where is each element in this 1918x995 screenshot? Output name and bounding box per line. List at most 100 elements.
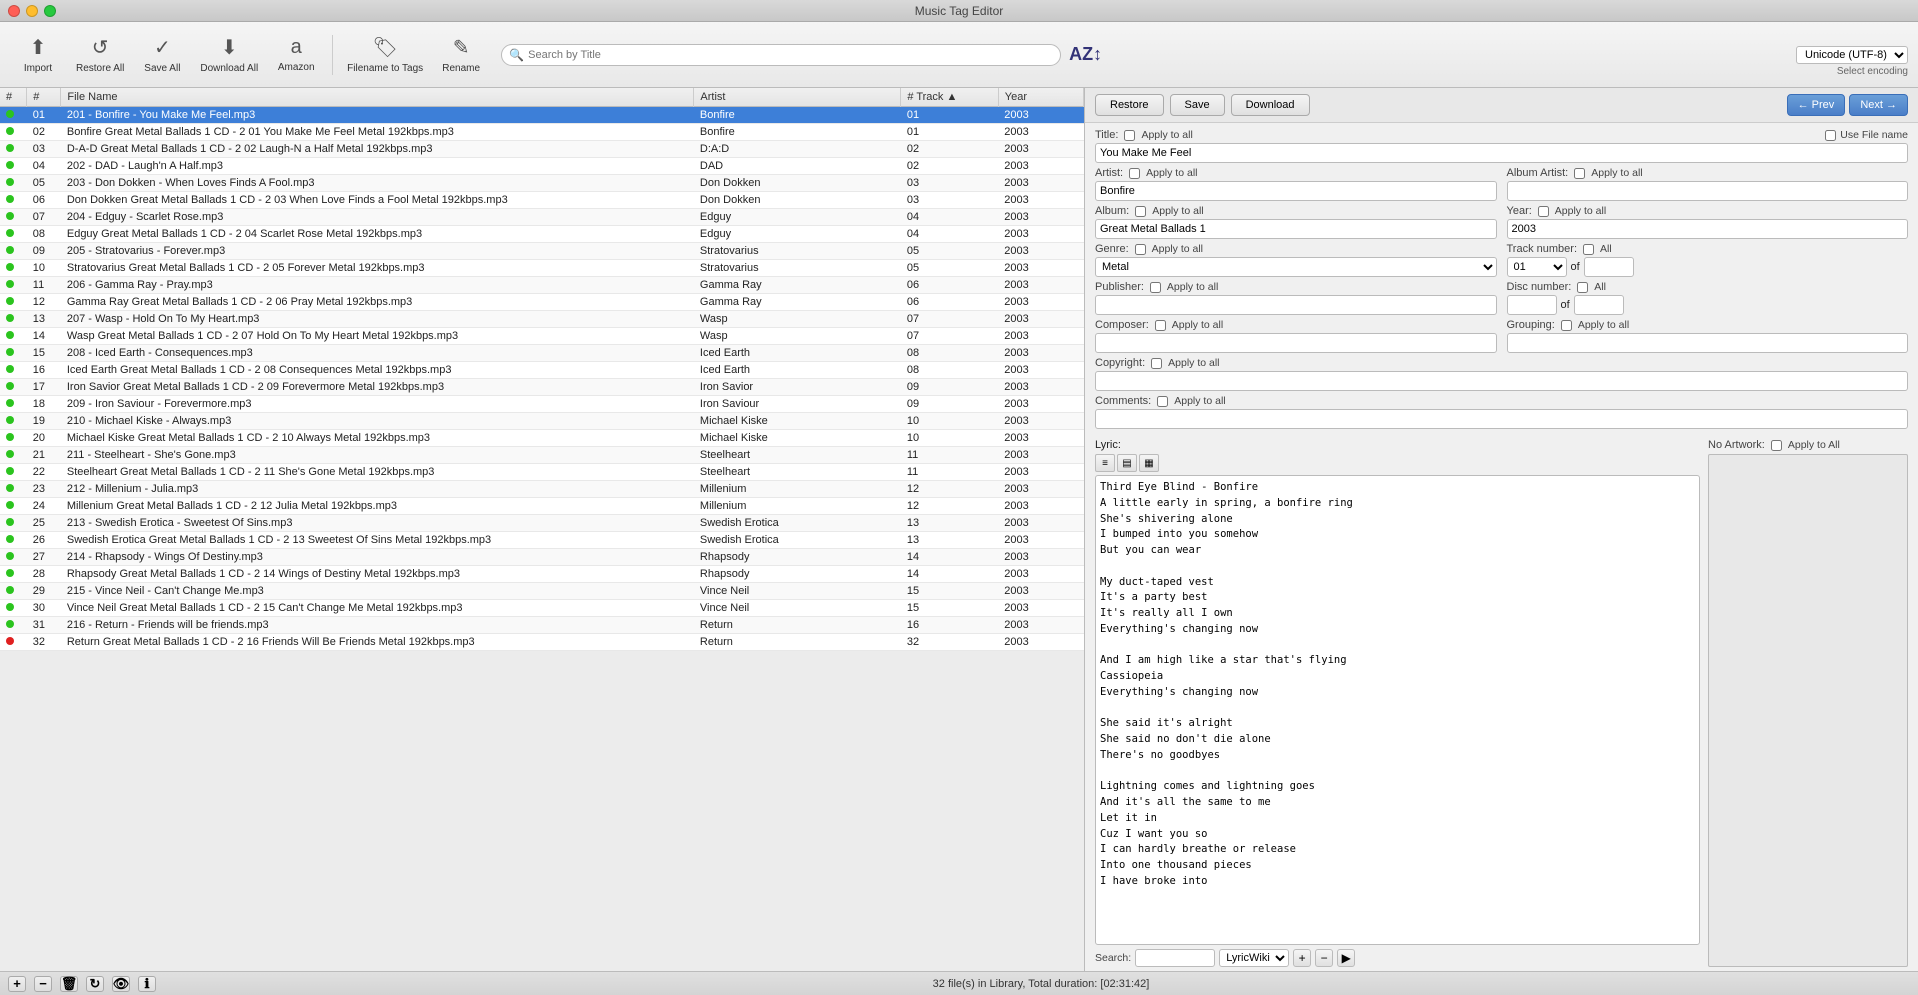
eye-button[interactable]: 👁 [112,976,130,992]
table-row[interactable]: 29 215 - Vince Neil - Can't Change Me.mp… [0,583,1084,600]
comments-apply-all-checkbox[interactable] [1157,396,1168,407]
filename-to-tags-button[interactable]: 🏷 Filename to Tags [341,27,429,83]
copyright-input[interactable] [1095,371,1908,391]
refresh-button[interactable]: ↻ [86,976,104,992]
save-all-button[interactable]: ✓ Save All [134,27,190,83]
table-row[interactable]: 05 203 - Don Dokken - When Loves Finds A… [0,175,1084,192]
table-row[interactable]: 27 214 - Rhapsody - Wings Of Destiny.mp3… [0,549,1084,566]
lyric-add-button[interactable]: + [1293,949,1311,967]
sort-az-icon[interactable]: AZ↕ [1069,44,1102,65]
disc-total-input[interactable] [1574,295,1624,315]
next-button[interactable]: Next → [1849,94,1908,116]
maximize-button[interactable] [44,5,56,17]
col-header-filename[interactable]: File Name [61,88,694,107]
copyright-apply-all-checkbox[interactable] [1151,358,1162,369]
artwork-apply-all-checkbox[interactable] [1771,440,1782,451]
disc-apply-all-checkbox[interactable] [1577,282,1588,293]
genre-select[interactable]: Metal Rock Heavy Metal [1095,257,1497,277]
table-row[interactable]: 10 Stratovarius Great Metal Ballads 1 CD… [0,260,1084,277]
track-total-input[interactable] [1584,257,1634,277]
table-row[interactable]: 19 210 - Michael Kiske - Always.mp3 Mich… [0,413,1084,430]
table-row[interactable]: 04 202 - DAD - Laugh'n A Half.mp3 DAD 02… [0,158,1084,175]
album-apply-all-checkbox[interactable] [1135,206,1146,217]
lyric-search-button[interactable]: ▶ [1337,949,1355,967]
table-row[interactable]: 22 Steelheart Great Metal Ballads 1 CD -… [0,464,1084,481]
lyric-remove-button[interactable]: − [1315,949,1333,967]
table-row[interactable]: 31 216 - Return - Friends will be friend… [0,617,1084,634]
col-header-year[interactable]: Year [998,88,1083,107]
table-row[interactable]: 16 Iced Earth Great Metal Ballads 1 CD -… [0,362,1084,379]
use-file-name-checkbox[interactable] [1825,130,1836,141]
publisher-input[interactable] [1095,295,1497,315]
year-apply-all-checkbox[interactable] [1538,206,1549,217]
lyric-tool-btn-1[interactable]: ≡ [1095,454,1115,472]
add-file-button[interactable]: + [8,976,26,992]
disc-number-input[interactable] [1507,295,1557,315]
table-row[interactable]: 12 Gamma Ray Great Metal Ballads 1 CD - … [0,294,1084,311]
window-controls[interactable] [8,5,56,17]
download-all-button[interactable]: ⬇ Download All [194,27,264,83]
delete-file-button[interactable]: 🗑 [60,976,78,992]
comments-input[interactable] [1095,409,1908,429]
album-artist-apply-all-checkbox[interactable] [1574,168,1585,179]
lyric-search-input[interactable] [1135,949,1215,967]
col-header-artist[interactable]: Artist [694,88,901,107]
publisher-apply-all-checkbox[interactable] [1150,282,1161,293]
lyric-source-select[interactable]: LyricWiki Genius [1219,949,1289,967]
title-apply-all-checkbox[interactable] [1124,130,1135,141]
artist-input[interactable] [1095,181,1497,201]
table-row[interactable]: 28 Rhapsody Great Metal Ballads 1 CD - 2… [0,566,1084,583]
track-apply-all-checkbox[interactable] [1583,244,1594,255]
table-row[interactable]: 18 209 - Iron Saviour - Forevermore.mp3 … [0,396,1084,413]
table-row[interactable]: 02 Bonfire Great Metal Ballads 1 CD - 2 … [0,124,1084,141]
prev-button[interactable]: ← Prev [1787,94,1846,116]
download-button[interactable]: Download [1231,94,1310,116]
import-button[interactable]: ⬆ Import [10,27,66,83]
table-row[interactable]: 26 Swedish Erotica Great Metal Ballads 1… [0,532,1084,549]
grouping-apply-all-checkbox[interactable] [1561,320,1572,331]
minimize-button[interactable] [26,5,38,17]
col-header-track[interactable]: # Track ▲ [901,88,998,107]
col-header-hash[interactable]: # [0,88,27,107]
table-row[interactable]: 32 Return Great Metal Ballads 1 CD - 2 1… [0,634,1084,651]
save-button[interactable]: Save [1170,94,1225,116]
rename-button[interactable]: ✎ Rename [433,27,489,83]
remove-file-button[interactable]: − [34,976,52,992]
search-input[interactable] [501,44,1061,66]
table-row[interactable]: 15 208 - Iced Earth - Consequences.mp3 I… [0,345,1084,362]
restore-button[interactable]: Restore [1095,94,1164,116]
table-row[interactable]: 07 204 - Edguy - Scarlet Rose.mp3 Edguy … [0,209,1084,226]
col-header-num[interactable]: # [27,88,61,107]
table-row[interactable]: 25 213 - Swedish Erotica - Sweetest Of S… [0,515,1084,532]
album-artist-input[interactable] [1507,181,1909,201]
table-row[interactable]: 17 Iron Savior Great Metal Ballads 1 CD … [0,379,1084,396]
table-row[interactable]: 23 212 - Millenium - Julia.mp3 Millenium… [0,481,1084,498]
table-row[interactable]: 13 207 - Wasp - Hold On To My Heart.mp3 … [0,311,1084,328]
table-row[interactable]: 24 Millenium Great Metal Ballads 1 CD - … [0,498,1084,515]
composer-input[interactable] [1095,333,1497,353]
lyric-textarea[interactable] [1095,475,1700,945]
table-row[interactable]: 03 D-A-D Great Metal Ballads 1 CD - 2 02… [0,141,1084,158]
table-row[interactable]: 21 211 - Steelheart - She's Gone.mp3 Ste… [0,447,1084,464]
table-row[interactable]: 14 Wasp Great Metal Ballads 1 CD - 2 07 … [0,328,1084,345]
restore-all-button[interactable]: ↺ Restore All [70,27,130,83]
track-number-select[interactable]: 01 02 [1507,257,1567,277]
album-input[interactable] [1095,219,1497,239]
lyric-tool-btn-3[interactable]: ▦ [1139,454,1159,472]
table-row[interactable]: 20 Michael Kiske Great Metal Ballads 1 C… [0,430,1084,447]
encoding-select[interactable]: Unicode (UTF-8) [1796,46,1908,64]
title-input[interactable] [1095,143,1908,163]
table-row[interactable]: 08 Edguy Great Metal Ballads 1 CD - 2 04… [0,226,1084,243]
grouping-input[interactable] [1507,333,1909,353]
composer-apply-all-checkbox[interactable] [1155,320,1166,331]
year-input[interactable] [1507,219,1909,239]
table-row[interactable]: 01 201 - Bonfire - You Make Me Feel.mp3 … [0,107,1084,124]
genre-apply-all-checkbox[interactable] [1135,244,1146,255]
table-row[interactable]: 11 206 - Gamma Ray - Pray.mp3 Gamma Ray … [0,277,1084,294]
table-row[interactable]: 30 Vince Neil Great Metal Ballads 1 CD -… [0,600,1084,617]
lyric-tool-btn-2[interactable]: ▤ [1117,454,1137,472]
close-button[interactable] [8,5,20,17]
artist-apply-all-checkbox[interactable] [1129,168,1140,179]
amazon-button[interactable]: a Amazon [268,27,324,83]
file-list-scroll[interactable]: # # File Name Artist # Track ▲ Year 01 2… [0,88,1084,971]
